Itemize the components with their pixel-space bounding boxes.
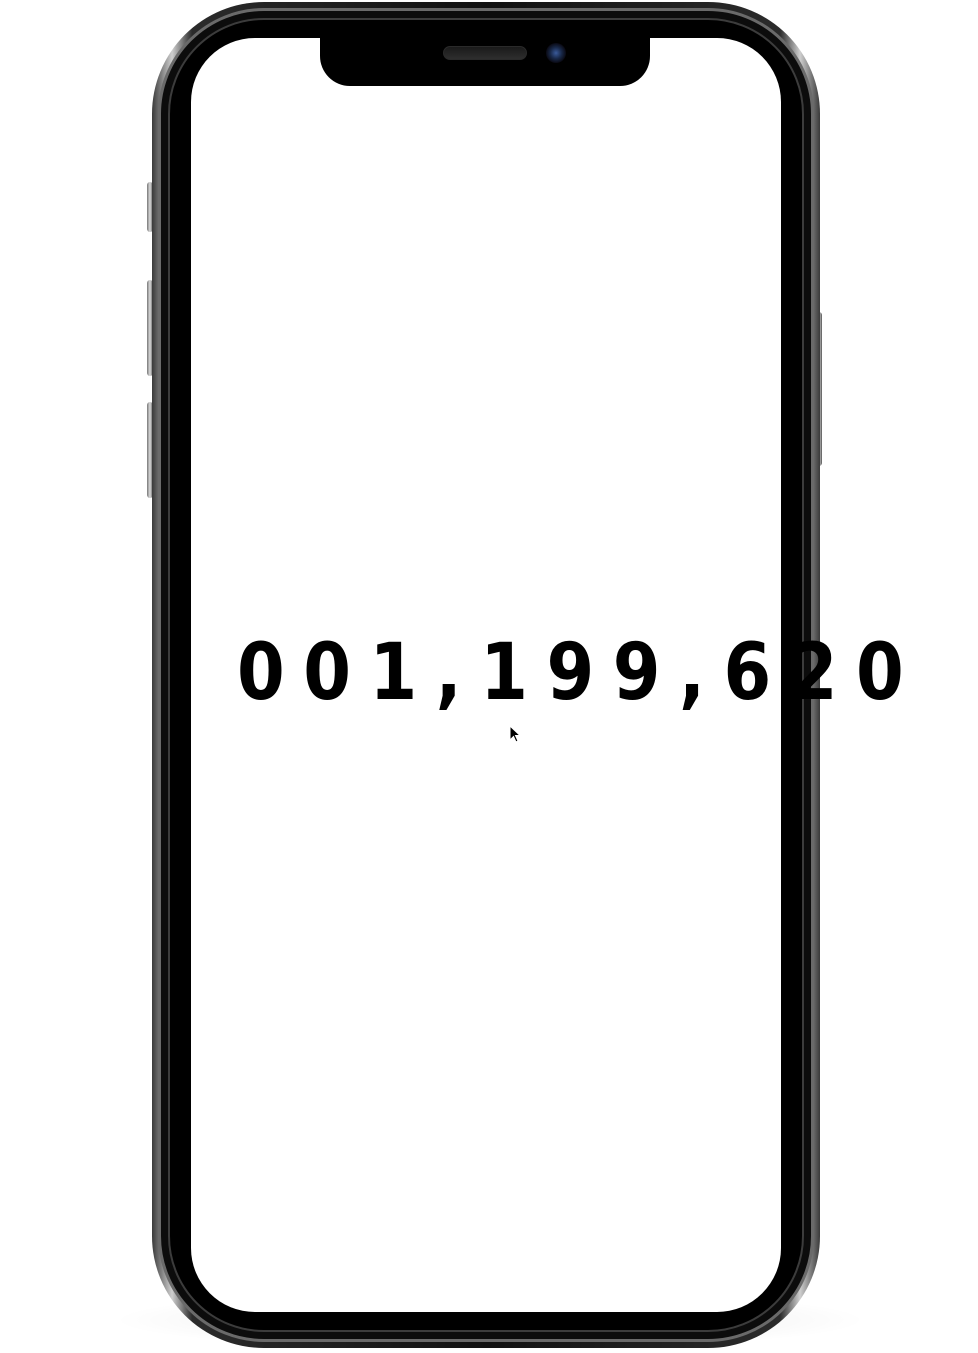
front-camera-icon [546, 43, 566, 63]
mouse-pointer-icon [509, 725, 521, 743]
earpiece-speaker-icon [443, 46, 527, 60]
counter-display: 001,199,620 [236, 628, 923, 718]
